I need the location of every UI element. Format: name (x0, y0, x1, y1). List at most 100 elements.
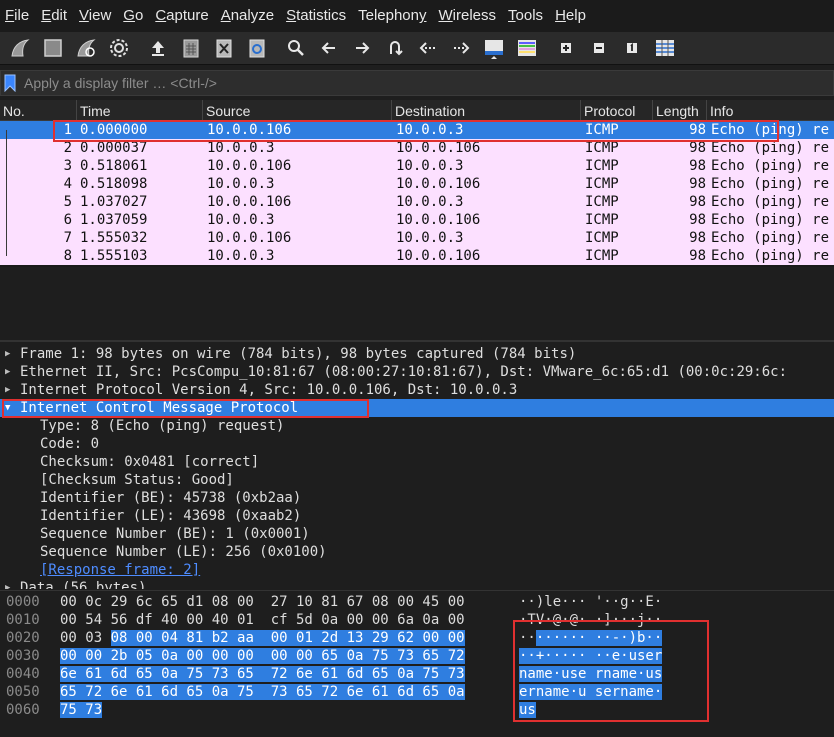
colorize-icon (518, 40, 536, 56)
menu-statistics[interactable]: Statistics (280, 0, 352, 32)
autoscroll-button[interactable] (481, 35, 507, 61)
packet-cell-dst: 10.0.0.106 (396, 176, 481, 192)
hex-bytes[interactable]: 00 0c 29 6c 65 d1 08 00 27 10 81 67 08 0… (60, 593, 465, 611)
packet-cell-no: 8 (63, 248, 72, 264)
menu-file[interactable]: File (0, 0, 35, 32)
byte-offset: 0050 (6, 684, 40, 700)
detail-text: Identifier (BE): 45738 (0xb2aa) (40, 490, 302, 506)
reload-file-button[interactable] (244, 35, 270, 61)
packet-cell-src: 10.0.0.3 (207, 176, 275, 192)
display-filter-input[interactable] (22, 74, 833, 92)
hex-bytes[interactable]: 00 03 08 00 04 81 b2 aa 00 01 2d 13 29 6… (60, 629, 465, 647)
column-length[interactable]: Length (653, 100, 707, 120)
detail-row[interactable]: [Response frame: 2] (0, 561, 834, 579)
collapsed-arrow-icon[interactable]: ▶ (5, 363, 10, 381)
collapsed-arrow-icon[interactable]: ▶ (5, 345, 10, 363)
packet-row[interactable]: 3 0.518061 10.0.0.106 10.0.0.3 ICMP 98 Echo (p… (0, 157, 834, 175)
close-file-icon (216, 39, 232, 58)
packet-cell-dst: 10.0.0.3 (396, 194, 464, 210)
restart-fin-icon (77, 39, 96, 57)
hex-bytes[interactable]: 65 72 6e 61 6d 65 0a 75 73 65 72 6e 61 6… (60, 683, 465, 701)
detail-row[interactable]: Identifier (LE): 43698 (0xaab2) (0, 507, 834, 525)
packet-row[interactable]: 5 1.037027 10.0.0.106 10.0.0.3 ICMP 98 Echo (p… (0, 193, 834, 211)
open-file-button[interactable] (145, 35, 171, 61)
zoom-out-button[interactable] (586, 35, 612, 61)
stop-square-icon (44, 39, 62, 57)
menu-edit[interactable]: Edit (35, 0, 73, 32)
detail-row[interactable]: ▶ Data (56 bytes) (0, 579, 834, 589)
menu-tools[interactable]: Tools (502, 0, 549, 32)
close-file-button[interactable] (211, 35, 237, 61)
last-packet-button[interactable] (448, 35, 474, 61)
previous-packet-button[interactable] (316, 35, 342, 61)
detail-row[interactable]: Sequence Number (BE): 1 (0x0001) (0, 525, 834, 543)
collapsed-arrow-icon[interactable]: ▶ (5, 579, 10, 589)
detail-text: Code: 0 (40, 436, 100, 452)
start-capture-button[interactable] (7, 35, 33, 61)
detail-row[interactable]: ▶ Ethernet II, Src: PcsCompu_10:81:67 (08… (0, 363, 834, 381)
column-info[interactable]: Info (707, 100, 834, 120)
column-protocol[interactable]: Protocol (581, 100, 653, 120)
collapsed-arrow-icon[interactable]: ▶ (5, 381, 10, 399)
hex-bytes[interactable]: 75 73 (60, 701, 103, 719)
stop-capture-button[interactable] (40, 35, 66, 61)
menu-telephony[interactable]: Telephony (352, 0, 432, 32)
first-packet-button[interactable] (415, 35, 441, 61)
packet-row[interactable]: 6 1.037059 10.0.0.3 10.0.0.106 ICMP 98 Echo (p… (0, 211, 834, 229)
byte-offset: 0040 (6, 666, 40, 682)
menu-view[interactable]: View (73, 0, 117, 32)
menu-capture[interactable]: Capture (149, 0, 214, 32)
packet-cell-proto: ICMP (585, 194, 619, 210)
packet-row[interactable]: 7 1.555032 10.0.0.106 10.0.0.3 ICMP 98 Echo (p… (0, 229, 834, 247)
column-time[interactable]: Time (77, 100, 203, 120)
detail-row[interactable]: Checksum: 0x0481 [correct] (0, 453, 834, 471)
zoom-in-button[interactable] (553, 35, 579, 61)
go-to-packet-button[interactable] (382, 35, 408, 61)
main-toolbar (0, 32, 834, 65)
packet-cell-info: Echo (ping) re (711, 194, 830, 210)
detail-row[interactable]: Sequence Number (LE): 256 (0x0100) (0, 543, 834, 561)
packet-cell-no: 7 (63, 230, 72, 246)
detail-row[interactable]: ▶ Internet Protocol Version 4, Src: 10.0.… (0, 381, 834, 399)
detail-row[interactable]: ▶ Frame 1: 98 bytes on wire (784 bits), 9… (0, 345, 834, 363)
menu-analyze[interactable]: Analyze (215, 0, 280, 32)
detail-row[interactable]: Code: 0 (0, 435, 834, 453)
column-destination[interactable]: Destination (392, 100, 581, 120)
find-packet-button[interactable] (283, 35, 309, 61)
options-gear-icon (110, 39, 128, 57)
hex-highlighted: 08 00 04 81 b2 aa 00 01 2d 13 29 62 00 0… (110, 630, 465, 646)
hex-bytes[interactable]: 00 00 2b 05 0a 00 00 00 00 00 65 0a 75 7… (60, 647, 465, 665)
normal-size-button[interactable] (619, 35, 645, 61)
pane-splitter[interactable] (0, 340, 834, 342)
response-frame-link[interactable]: [Response frame: 2] (40, 561, 200, 579)
ascii-bytes[interactable]: ··)le··· '··g··E· (519, 593, 662, 611)
resize-columns-button[interactable] (652, 35, 678, 61)
detail-row[interactable]: [Checksum Status: Good] (0, 471, 834, 489)
capture-options-button[interactable] (106, 35, 132, 61)
packet-cell-info: Echo (ping) re (711, 230, 830, 246)
packet-cell-dst: 10.0.0.3 (396, 158, 464, 174)
colorize-button[interactable] (514, 35, 540, 61)
packet-row[interactable]: 8 1.555103 10.0.0.3 10.0.0.106 ICMP 98 Echo (p… (0, 247, 834, 265)
packet-cell-no: 6 (63, 212, 72, 228)
detail-text: Sequence Number (LE): 256 (0x0100) (40, 544, 327, 560)
next-packet-button[interactable] (349, 35, 375, 61)
packet-cell-no: 4 (63, 176, 72, 192)
restart-capture-button[interactable] (73, 35, 99, 61)
detail-row[interactable]: Identifier (BE): 45738 (0xb2aa) (0, 489, 834, 507)
zoom-out-icon (594, 43, 604, 53)
menu-wireless[interactable]: Wireless (433, 0, 503, 32)
column-source[interactable]: Source (203, 100, 392, 120)
hex-bytes[interactable]: 00 54 56 df 40 00 40 01 cf 5d 0a 00 00 6… (60, 611, 465, 629)
packet-row[interactable]: 4 0.518098 10.0.0.3 10.0.0.106 ICMP 98 Echo (p… (0, 175, 834, 193)
detail-row[interactable]: Type: 8 (Echo (ping) request) (0, 417, 834, 435)
menu-go[interactable]: Go (117, 0, 149, 32)
detail-text: Internet Protocol Version 4, Src: 10.0.0… (20, 382, 518, 398)
save-file-button[interactable] (178, 35, 204, 61)
hex-highlighted: 75 73 (60, 702, 103, 718)
bookmark-icon[interactable] (4, 74, 16, 92)
menu-help[interactable]: Help (549, 0, 592, 32)
detail-text: [Checksum Status: Good] (40, 472, 234, 488)
column-no[interactable]: No. (0, 100, 77, 120)
hex-bytes[interactable]: 6e 61 6d 65 0a 75 73 65 72 6e 61 6d 65 0… (60, 665, 465, 683)
